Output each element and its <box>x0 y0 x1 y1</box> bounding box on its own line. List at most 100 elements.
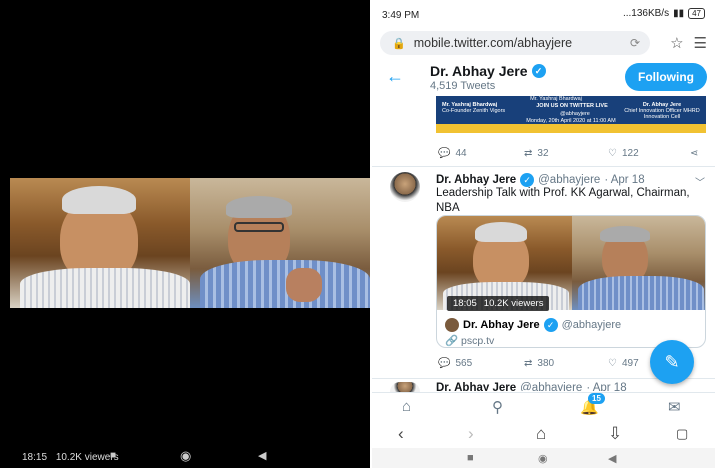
compose-tweet-button[interactable]: ✎ <box>650 340 694 384</box>
banner-handle: @abhayjere <box>560 111 590 117</box>
battery-level: 47 <box>688 8 705 19</box>
status-icons: ...136KB/s ▮▮ 47 <box>623 8 705 19</box>
tweet-divider <box>372 166 715 167</box>
tweet-handle: @abhayjere <box>538 174 601 186</box>
periscope-card[interactable]: 18:05 10.2K viewers Dr. Abhay Jere ✓ @ab… <box>436 215 706 348</box>
badge-viewers: 10.2K viewers <box>483 298 544 309</box>
browser-back-icon[interactable]: ‹ <box>398 424 404 444</box>
bookmark-star-icon[interactable]: ☆ <box>670 34 683 52</box>
tweet-author-name: Dr. Abhay Jere <box>436 174 517 186</box>
tweet-handle: @abhayjere <box>520 382 583 391</box>
banner-right: Dr. Abhay Jere Chief Innovation Officer … <box>620 102 704 120</box>
avatar[interactable] <box>390 172 420 202</box>
banner-left-role: Co-Founder Zenith Vigors <box>442 108 506 114</box>
address-bar[interactable]: 🔒 mobile.twitter.com/abhayjere ⟳ <box>380 31 650 55</box>
like-action[interactable]: ♡ 497 <box>608 358 639 369</box>
browser-toolbar: ☆ ☰ <box>670 34 707 52</box>
video-stats: 18:15 10.2K viewers <box>22 452 119 463</box>
heart-icon: ♡ <box>608 148 617 159</box>
signal-icon: ▮▮ <box>673 8 685 19</box>
tweet-date: · Apr 18 <box>604 174 645 186</box>
reply-count: 565 <box>455 358 473 369</box>
tweet-author[interactable]: Dr. Abhay Jere ✓ @abhayjere · Apr 18 <box>436 173 645 187</box>
mail-icon[interactable]: ✉ <box>668 398 681 416</box>
tweet-author[interactable]: Dr. Abhay Jere @abhayjere · Apr 18 <box>436 382 627 391</box>
card-link-text: pscp.tv <box>461 335 495 347</box>
twitter-tab-bar: ⌂ ⚲ 🔔 15 ✉ <box>372 392 715 420</box>
lock-icon: 🔒 <box>392 37 406 50</box>
retweet-action[interactable]: ⇄ 380 <box>524 358 554 369</box>
recents-nav-icon[interactable]: ■ <box>467 452 474 464</box>
reload-icon[interactable]: ⟳ <box>630 36 640 50</box>
card-author-name: Dr. Abhay Jere <box>463 319 540 331</box>
banner-center: JOIN US ON TWITTER LIVE <box>536 103 608 109</box>
badge-time: 18:05 <box>453 298 477 309</box>
retweet-icon: ⇄ <box>524 148 533 159</box>
browser-forward-icon[interactable]: › <box>468 424 474 444</box>
video-stats-bar: 18:15 10.2K viewers ■ ◉ ◀ <box>0 444 370 468</box>
verified-icon: ✓ <box>520 173 535 187</box>
search-icon[interactable]: ⚲ <box>492 398 503 416</box>
video-player-screen: 18:15 10.2K viewers ■ ◉ ◀ <box>0 0 370 468</box>
profile-name: Dr. Abhay Jere ✓ <box>430 63 546 79</box>
home-nav-icon[interactable]: ◉ <box>538 452 548 465</box>
tweet-count: 4,519 Tweets <box>430 80 496 92</box>
recents-nav-icon[interactable]: ■ <box>110 450 116 461</box>
retweet-action[interactable]: ⇄ 32 <box>524 148 549 159</box>
verified-icon: ✓ <box>531 64 546 78</box>
reply-count: 44 <box>455 148 467 159</box>
retweet-count: 380 <box>537 358 555 369</box>
card-author: Dr. Abhay Jere ✓ @abhayjere <box>445 318 621 332</box>
tweet-date: · Apr 18 <box>586 382 627 391</box>
screen-root: 18:15 10.2K viewers ■ ◉ ◀ 3:49 PM ...136… <box>0 0 715 468</box>
back-nav-icon[interactable]: ◀ <box>608 452 616 465</box>
following-button[interactable]: Following <box>625 63 707 91</box>
retweet-count: 32 <box>537 148 549 159</box>
card-link[interactable]: 🔗 pscp.tv <box>445 334 494 347</box>
card-speaker-right <box>572 216 705 310</box>
tweet-image-banner[interactable]: Mr. Yashraj Bhardwaj Mr. Yashraj Bhardwa… <box>436 96 706 133</box>
download-icon[interactable]: ⇩ <box>608 424 622 444</box>
profile-name-text: Dr. Abhay Jere <box>430 63 528 79</box>
back-arrow-icon[interactable]: ← <box>386 66 404 87</box>
profile-header: ← Dr. Abhay Jere ✓ 4,519 Tweets Followin… <box>372 58 715 98</box>
link-icon: 🔗 <box>445 335 459 347</box>
status-time: 3:49 PM <box>382 10 420 21</box>
chevron-down-icon[interactable]: ﹀ <box>695 174 705 189</box>
menu-icon[interactable]: ☰ <box>694 34 707 52</box>
like-count: 497 <box>621 358 639 369</box>
home-icon[interactable]: ⌂ <box>402 398 411 415</box>
reply-action[interactable]: 💬 565 <box>438 358 472 369</box>
url-text[interactable]: mobile.twitter.com/abhayjere <box>414 36 572 50</box>
compose-icon: ✎ <box>664 351 680 372</box>
browser-home-icon[interactable]: ⌂ <box>536 424 546 444</box>
retweet-icon: ⇄ <box>524 358 533 369</box>
reply-icon: 💬 <box>438 358 451 369</box>
like-action[interactable]: ♡ 122 <box>608 148 639 159</box>
tweet-author-name: Dr. Abhay Jere <box>436 382 517 391</box>
avatar[interactable] <box>390 382 420 392</box>
heart-icon: ♡ <box>608 358 617 369</box>
home-nav-icon[interactable]: ◉ <box>180 448 191 464</box>
share-action[interactable]: ⋖ <box>690 148 698 159</box>
twitter-mobile-screen: 3:49 PM ...136KB/s ▮▮ 47 🔒 mobile.twitte… <box>372 0 715 468</box>
live-badge: 18:05 10.2K viewers <box>447 296 550 311</box>
video-speaker-right <box>190 178 370 308</box>
notifications-tab[interactable]: 🔔 15 <box>580 393 605 416</box>
card-handle: @abhayjere <box>561 319 622 331</box>
banner-left: Mr. Yashraj Bhardwaj Co-Founder Zenith V… <box>442 102 522 114</box>
reply-icon: 💬 <box>438 148 451 159</box>
live-video[interactable] <box>10 178 370 308</box>
banner-strip <box>436 124 706 133</box>
video-speaker-left <box>10 178 190 308</box>
like-count: 122 <box>621 148 639 159</box>
banner-right-role: Chief Innovation Officer MHRD Innovation… <box>624 108 700 120</box>
verified-icon: ✓ <box>543 318 558 332</box>
share-icon: ⋖ <box>690 148 699 159</box>
back-nav-icon[interactable]: ◀ <box>258 449 266 462</box>
browser-nav-bar: ‹ › ⌂ ⇩ ▢ <box>372 420 715 448</box>
tweet-text: Leadership Talk with Prof. KK Agarwal, C… <box>436 187 690 214</box>
card-video[interactable]: 18:05 10.2K viewers <box>437 216 705 311</box>
reply-action[interactable]: 💬 44 <box>438 148 467 159</box>
tabs-icon[interactable]: ▢ <box>676 426 688 442</box>
